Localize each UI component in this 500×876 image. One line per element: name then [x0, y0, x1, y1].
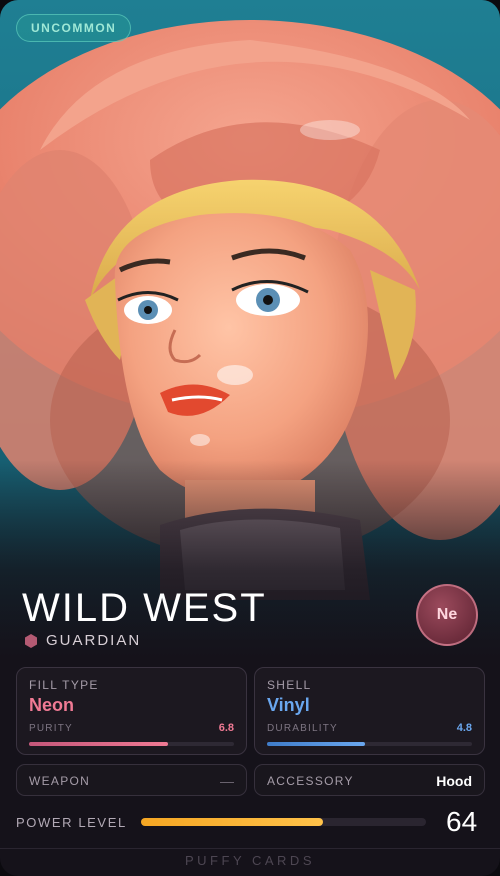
- weapon-label: WEAPON: [29, 774, 91, 788]
- weapon-value: —: [220, 773, 234, 789]
- shell-panel: SHELL Vinyl DURABILITY 4.8: [254, 667, 485, 755]
- rarity-badge: UNCOMMON: [16, 14, 132, 42]
- hexagon-icon: [25, 633, 37, 648]
- power-level-track: [141, 818, 426, 826]
- power-level-fill: [141, 818, 324, 826]
- element-badge[interactable]: Ne: [416, 584, 478, 646]
- card-name: WILD WEST: [22, 586, 267, 630]
- durability-fill: [267, 742, 366, 746]
- card-artwork: [0, 0, 500, 660]
- accessory-slot[interactable]: ACCESSORY Hood: [254, 764, 485, 796]
- fill-type-label: FILL TYPE: [29, 678, 99, 692]
- purity-fill: [29, 742, 169, 746]
- puffy-card[interactable]: UNCOMMON WILD WEST GUARDIAN Ne FILL TYPE…: [0, 0, 500, 876]
- power-level-value: 64: [446, 806, 478, 837]
- accessory-label: ACCESSORY: [267, 774, 354, 788]
- purity-score: 6.8: [218, 722, 234, 734]
- power-level-label: POWER LEVEL: [16, 815, 127, 830]
- shell-label: SHELL: [267, 678, 312, 692]
- weapon-slot[interactable]: WEAPON —: [16, 764, 247, 796]
- card-class: GUARDIAN: [46, 632, 142, 649]
- fill-type-value: Neon: [29, 695, 74, 715]
- accessory-value: Hood: [436, 773, 472, 789]
- purity-track: [29, 742, 234, 746]
- footer-divider: [0, 848, 500, 849]
- footer-brand: PUFFY CARDS: [185, 853, 315, 868]
- durability-track: [267, 742, 472, 746]
- purity-label: PURITY: [29, 723, 73, 734]
- durability-score: 4.8: [456, 722, 472, 734]
- class-row: GUARDIAN: [24, 632, 141, 649]
- shell-value: Vinyl: [267, 695, 310, 715]
- durability-label: DURABILITY: [267, 723, 338, 734]
- fill-type-panel: FILL TYPE Neon PURITY 6.8: [16, 667, 247, 755]
